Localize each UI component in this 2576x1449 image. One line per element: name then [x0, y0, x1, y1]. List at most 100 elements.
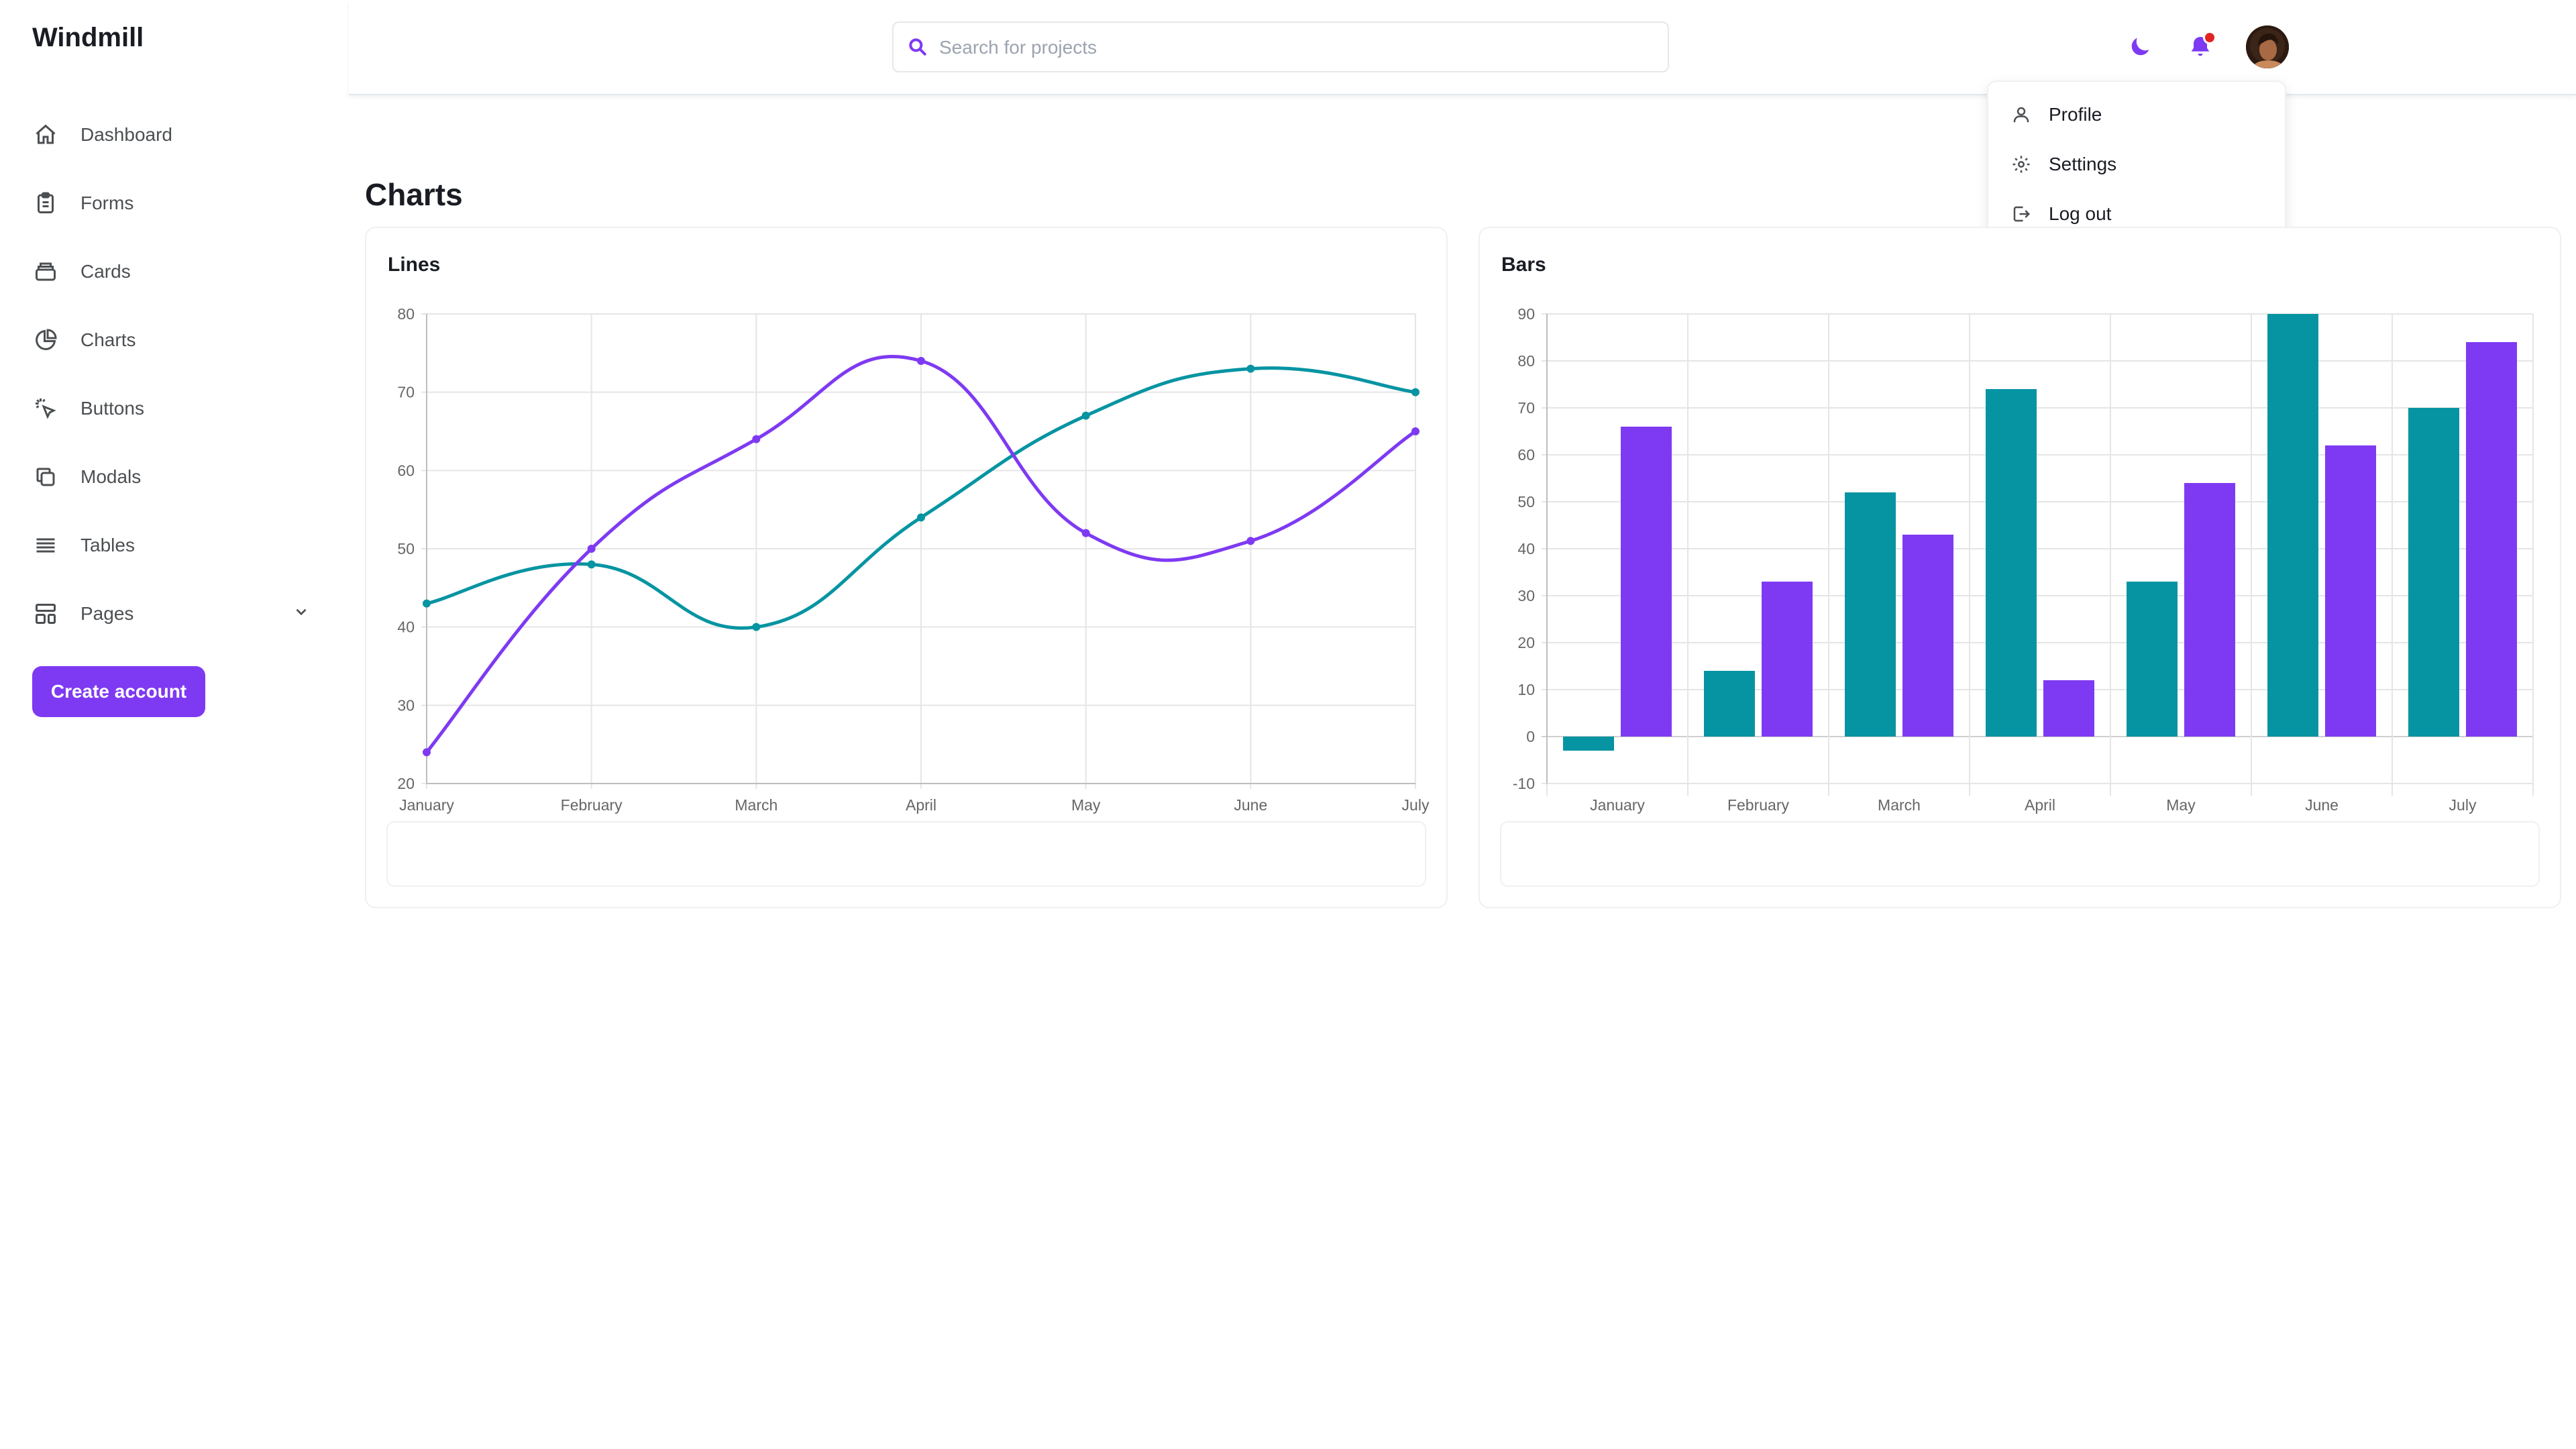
bar: [2127, 582, 2178, 737]
x-tick-label: May: [1071, 796, 1101, 814]
x-tick-label: January: [399, 796, 454, 814]
sidebar-item-dashboard[interactable]: Dashboard: [32, 101, 314, 169]
x-tick-label: June: [2305, 796, 2339, 814]
bar: [1621, 427, 1672, 737]
bar: [2466, 342, 2517, 737]
search-bar[interactable]: [892, 21, 1669, 72]
bar: [1563, 737, 1614, 751]
moon-icon: [2131, 38, 2149, 56]
y-tick-label: 80: [397, 305, 415, 323]
y-tick-label: 70: [1517, 399, 1535, 417]
y-tick-label: 10: [1517, 681, 1535, 698]
sidebar: Windmill Dashboard Forms Cards Charts Bu…: [0, 0, 349, 1449]
logout-icon: [2013, 206, 2031, 222]
sidebar-nav: Dashboard Forms Cards Charts Buttons Mod…: [32, 101, 314, 648]
notification-badge: [2203, 31, 2216, 44]
sidebar-item-label: Tables: [80, 535, 135, 555]
lines-chart-card: Lines 20 30 40 50 60 70 80 January February March…: [365, 227, 1448, 908]
y-tick-label: 50: [1517, 493, 1535, 511]
data-point: [587, 560, 596, 569]
y-tick-label: -10: [1513, 775, 1535, 792]
sidebar-item-label: Charts: [80, 329, 136, 350]
bar: [1986, 389, 2037, 737]
y-tick-label: 90: [1517, 305, 1535, 323]
menu-item-label: Settings: [2049, 154, 2117, 174]
menu-item-profile[interactable]: Profile: [1988, 90, 2285, 140]
y-tick-label: 40: [397, 619, 415, 636]
x-tick-label: May: [2166, 796, 2196, 814]
data-point: [752, 435, 761, 443]
data-point: [423, 748, 431, 757]
modals-icon: [32, 464, 59, 490]
x-tick-label: March: [1878, 796, 1921, 814]
data-point: [1411, 388, 1419, 396]
y-tick-label: 30: [1517, 587, 1535, 604]
y-tick-label: 20: [1517, 634, 1535, 651]
pie-chart-icon: [32, 327, 59, 354]
menu-lines-icon: [32, 532, 59, 559]
y-tick-label: 0: [1526, 728, 1535, 745]
data-point: [752, 623, 761, 631]
sidebar-item-charts[interactable]: Charts: [32, 306, 314, 374]
data-point: [917, 513, 925, 522]
data-point: [1081, 411, 1090, 420]
search-input[interactable]: [938, 23, 1652, 72]
user-icon: [2013, 107, 2029, 123]
sidebar-item-tables[interactable]: Tables: [32, 511, 314, 580]
data-point: [917, 357, 925, 365]
y-tick-label: 50: [397, 540, 415, 557]
sidebar-item-modals[interactable]: Modals: [32, 443, 314, 511]
x-tick-label: July: [1402, 796, 1430, 814]
y-tick-label: 40: [1517, 540, 1535, 557]
sidebar-item-label: Buttons: [80, 398, 144, 419]
menu-item-label: Log out: [2049, 203, 2112, 224]
data-point: [1081, 529, 1090, 537]
y-tick-label: 70: [397, 384, 415, 401]
sidebar-item-pages[interactable]: Pages: [32, 580, 314, 648]
menu-item-label: Profile: [2049, 104, 2102, 125]
sidebar-item-label: Dashboard: [80, 124, 172, 145]
menu-item-settings[interactable]: Settings: [1988, 140, 2285, 189]
x-tick-label: April: [906, 796, 936, 814]
cards-icon: [32, 258, 59, 285]
notifications-button[interactable]: [2187, 31, 2216, 64]
sidebar-item-buttons[interactable]: Buttons: [32, 374, 314, 443]
bar: [2408, 408, 2459, 737]
sidebar-item-cards[interactable]: Cards: [32, 237, 314, 306]
bars-chart-card: Bars -10 0 10 20 30 40 50 60 70 80 90 January Februa…: [1479, 227, 2561, 908]
bar: [2267, 314, 2318, 737]
home-icon: [32, 121, 59, 148]
data-point: [1246, 364, 1255, 373]
profile-dropdown-menu: Profile Settings Log out: [1987, 80, 2286, 241]
sidebar-item-label: Pages: [80, 603, 134, 624]
template-icon: [32, 600, 59, 627]
chevron-down-icon[interactable]: [292, 603, 310, 625]
data-point: [587, 545, 596, 553]
x-tick-label: April: [2025, 796, 2055, 814]
bar: [2325, 445, 2376, 737]
sidebar-item-forms[interactable]: Forms: [32, 169, 314, 237]
data-point: [1411, 427, 1419, 435]
theme-toggle-button[interactable]: [2127, 34, 2153, 64]
sidebar-item-label: Cards: [80, 261, 131, 282]
data-point: [1246, 537, 1255, 545]
bar: [2184, 483, 2235, 737]
sidebar-item-label: Modals: [80, 466, 142, 487]
x-tick-label: June: [1234, 796, 1267, 814]
search-icon: [909, 38, 926, 56]
y-tick-label: 30: [397, 696, 415, 714]
bar: [1704, 671, 1755, 737]
bar: [1845, 492, 1896, 737]
y-tick-label: 60: [1517, 446, 1535, 464]
avatar[interactable]: [2246, 25, 2289, 68]
chart-legend: [386, 821, 1426, 887]
sidebar-item-label: Forms: [80, 193, 134, 213]
app-logo[interactable]: Windmill: [32, 23, 144, 53]
x-tick-label: February: [1727, 796, 1790, 814]
create-account-button[interactable]: Create account: [32, 666, 205, 717]
chart-legend: [1500, 821, 2540, 887]
clipboard-icon: [32, 190, 59, 217]
y-tick-label: 80: [1517, 352, 1535, 370]
bar-chart: -10 0 10 20 30 40 50 60 70 80 90 January February Mar…: [1513, 305, 2534, 814]
bar: [1902, 535, 1953, 737]
